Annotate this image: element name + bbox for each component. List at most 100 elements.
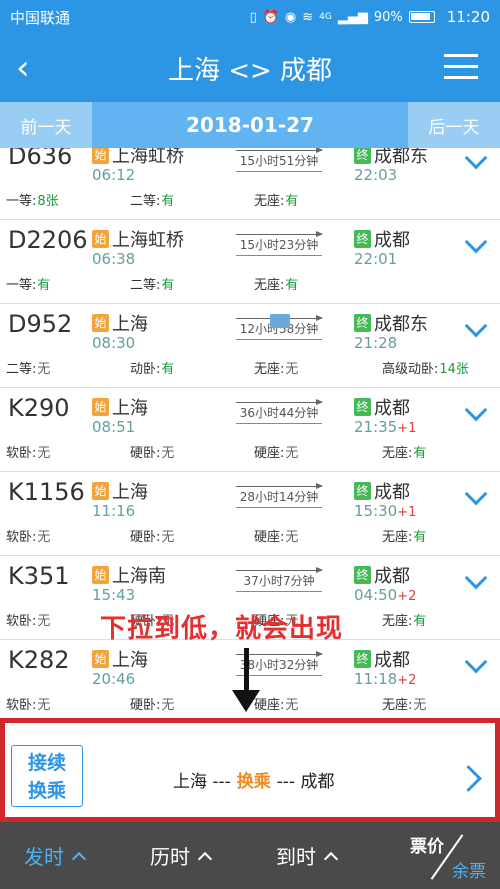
annotation-arrow-head-icon — [232, 690, 260, 712]
seat-availability: 一等:8张 — [6, 190, 59, 209]
sort-by-arrive-button[interactable]: 到时 — [276, 822, 339, 889]
transfer-option[interactable]: 接续 换乘 上海 --- 换乘 --- 成都 — [0, 718, 500, 822]
price-label: 票价 — [410, 837, 444, 857]
seat-count: 无 — [37, 446, 51, 461]
train-row[interactable]: D636 始上海虹桥 06:12 15小时51分钟终成都东 22:03 一等:8张 二等:有… — [0, 148, 500, 220]
seat-count: 有 — [413, 614, 427, 629]
seat-availability: 无座:无 — [254, 358, 298, 377]
bottom-sort-bar: 发时 历时 到时 票价 余票 — [0, 822, 500, 889]
seat-availability: 二等:有 — [130, 274, 174, 293]
chevron-down-icon[interactable] — [464, 150, 488, 174]
chevron-down-icon[interactable] — [464, 318, 488, 342]
sort-arrive-label: 到时 — [276, 845, 316, 869]
train-row[interactable]: K1156 始上海 11:16 28小时14分钟终成都 15:30+1 软卧:无 硬卧:无硬… — [0, 472, 500, 556]
seat-type: 无座: — [382, 614, 413, 629]
departure-station-name: 上海南 — [112, 566, 166, 587]
seat-count: 有 — [161, 194, 175, 209]
seat-type: 二等: — [130, 278, 161, 293]
seat-availability: 硬卧:无 — [130, 694, 174, 713]
seat-availability: 硬卧:无 — [130, 526, 174, 545]
arrival-station-name: 成都 — [374, 566, 410, 587]
sort-by-depart-button[interactable]: 发时 — [24, 822, 87, 889]
seat-count: 有 — [413, 446, 427, 461]
seat-availability: 无座:有 — [382, 610, 426, 629]
arrival-station-name: 成都 — [374, 482, 410, 503]
current-date[interactable]: 2018-01-27 — [92, 102, 408, 148]
train-number: D952 — [8, 310, 73, 338]
signal-icon: ▂▄▆ — [337, 9, 368, 25]
arrival-station-name: 成都 — [374, 230, 410, 251]
seat-availability: 无座:有 — [382, 442, 426, 461]
chevron-down-icon[interactable] — [464, 234, 488, 258]
train-row[interactable]: D2206 始上海虹桥 06:38 15小时23分钟终成都 22:01 一等:有 二等:有无… — [0, 220, 500, 304]
sort-duration-label: 历时 — [150, 845, 190, 869]
prev-day-button[interactable]: 前一天 — [0, 102, 92, 148]
seat-type: 高级动卧: — [382, 362, 439, 377]
train-row[interactable]: D952 始上海 08:30 12小时58分钟终成都东 21:28 二等:无 动卧:有 无座:… — [0, 304, 500, 388]
departure-time: 06:38 — [92, 250, 136, 268]
departure-station: 始上海南 — [92, 562, 166, 588]
arrival-time-value: 11:18 — [354, 670, 398, 688]
seat-count: 8张 — [37, 194, 59, 209]
seat-count: 有 — [37, 278, 51, 293]
seat-availability: 软卧:无 — [6, 694, 50, 713]
sort-by-price-button[interactable]: 票价 余票 — [408, 826, 486, 886]
eye-icon: ◉ — [284, 9, 297, 25]
seat-availability: 一等:有 — [6, 274, 50, 293]
end-badge: 终 — [354, 482, 371, 500]
duration: 28小时14分钟 — [234, 483, 324, 508]
arrival-time-value: 21:28 — [354, 334, 398, 352]
chevron-down-icon[interactable] — [464, 654, 488, 678]
seat-type: 动卧: — [130, 362, 161, 377]
seat-count: 有 — [285, 194, 299, 209]
seat-availability: 二等:有 — [130, 190, 174, 209]
annotation-arrow-icon — [244, 648, 249, 696]
departure-station-name: 上海 — [112, 482, 148, 503]
departure-station-name: 上海 — [112, 398, 148, 419]
seat-availability: 无座:有 — [254, 274, 298, 293]
departure-station-name: 上海虹桥 — [112, 230, 184, 251]
route-underline — [236, 591, 322, 592]
departure-station-name: 上海 — [112, 650, 148, 671]
seat-type: 无座: — [254, 194, 285, 209]
seat-availability: 软卧:无 — [6, 610, 50, 629]
departure-time: 08:30 — [92, 334, 136, 352]
sort-depart-label: 发时 — [24, 845, 64, 869]
wifi-icon: ≋ — [302, 9, 314, 25]
seat-count: 有 — [413, 530, 427, 545]
train-row[interactable]: K290 始上海 08:51 36小时44分钟终成都 21:35+1 软卧:无 硬卧:无 硬座… — [0, 388, 500, 472]
seat-count: 无 — [37, 362, 51, 377]
departure-time: 11:16 — [92, 502, 136, 520]
arrival-station-name: 成都东 — [374, 314, 428, 335]
chevron-down-icon[interactable] — [464, 402, 488, 426]
duration: 36小时44分钟 — [234, 399, 324, 424]
annotation-text: 下拉到低，就会出现 — [100, 614, 344, 644]
seat-count: 无 — [37, 614, 51, 629]
chevron-down-icon[interactable] — [464, 570, 488, 594]
arrival-station: 终成都 — [354, 478, 410, 504]
menu-list-icon[interactable] — [444, 52, 478, 82]
battery-icon — [408, 11, 435, 23]
arrival-time-value: 15:30 — [354, 502, 398, 520]
status-icons: ▯ ⏰ ◉ ≋ 4G ▂▄▆ 90% 11:20 — [250, 8, 490, 26]
sort-by-duration-button[interactable]: 历时 — [150, 822, 213, 889]
duration-text: 15小时23分钟 — [239, 238, 319, 252]
transfer-to: --- 成都 — [276, 772, 335, 792]
seat-type: 软卧: — [6, 614, 37, 629]
seat-availability: 高级动卧:14张 — [382, 358, 469, 377]
chevron-right-icon[interactable] — [461, 765, 483, 793]
transfer-tag-line1: 接续 — [27, 752, 66, 774]
arrival-time: 21:35+1 — [354, 418, 416, 436]
next-day-button[interactable]: 后一天 — [408, 102, 500, 148]
remaining-label: 余票 — [452, 862, 486, 882]
duration-text: 38小时32分钟 — [239, 658, 319, 672]
seat-availability: 二等:无 — [6, 358, 50, 377]
arrival-time: 11:18+2 — [354, 670, 416, 688]
clock: 11:20 — [446, 8, 490, 26]
vibrate-icon: ▯ — [249, 9, 257, 25]
arrival-time: 15:30+1 — [354, 502, 416, 520]
chevron-down-icon[interactable] — [464, 486, 488, 510]
seat-type: 软卧: — [6, 530, 37, 545]
start-badge: 始 — [92, 148, 109, 164]
departure-station: 始上海 — [92, 478, 148, 504]
